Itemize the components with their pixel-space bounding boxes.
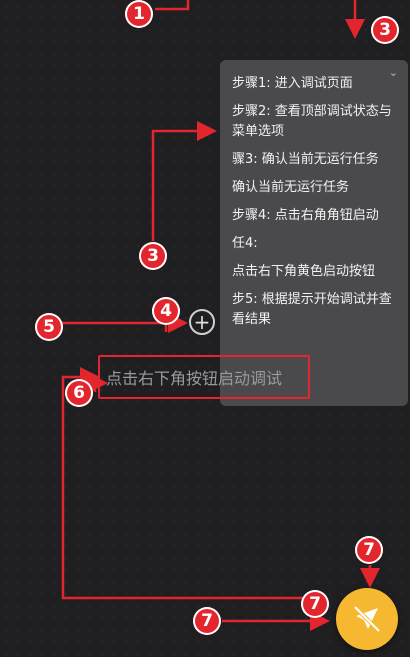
step-item: 任4: [232,236,258,251]
badge-6: 6 [65,379,93,407]
badge-7-top: 7 [355,536,383,564]
badge-4: 4 [152,297,180,325]
badge-3-top: 3 [371,16,399,44]
badge-7-bottom: 7 [193,607,221,635]
launch-debug-button[interactable] [336,588,398,650]
plus-circle-icon[interactable]: + [189,309,215,335]
step-item: 步骤4: 点击右角角钮启动 [232,208,379,223]
step-item: 确认当前无运行任务 [232,180,350,195]
badge-7-mid: 7 [301,590,329,618]
rocket-off-icon [353,605,381,633]
hint-text: 点击右下角按钮启动调试 [106,369,283,388]
step-item: 步骤1: 进入调试页面 [232,76,353,91]
hint-highlight: 点击右下角按钮启动调试 [98,355,310,399]
badge-5: 5 [35,313,63,341]
chevron-down-icon[interactable]: ⌄ [389,66,398,79]
step-item: 点击右下角黄色启动按钮 [232,264,376,279]
step-item: 骤3: 确认当前无运行任务 [232,152,379,167]
badge-3-mid: 3 [139,242,167,270]
badge-1: 1 [125,0,153,28]
step-item: 步骤2: 查看顶部调试状态与菜单选项 [232,104,392,139]
step-item: 步5: 根据提示开始调试并查看结果 [232,292,392,327]
